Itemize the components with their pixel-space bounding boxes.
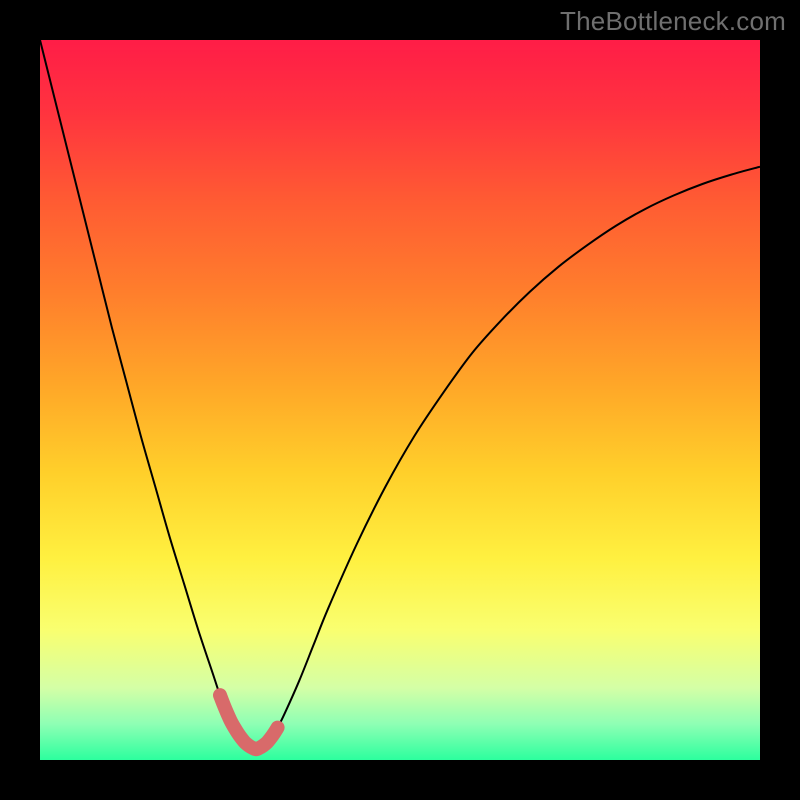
gradient-background — [40, 40, 760, 760]
watermark-text: TheBottleneck.com — [560, 6, 786, 37]
chart-frame: TheBottleneck.com — [0, 0, 800, 800]
chart-svg — [40, 40, 760, 760]
plot-area — [40, 40, 760, 760]
